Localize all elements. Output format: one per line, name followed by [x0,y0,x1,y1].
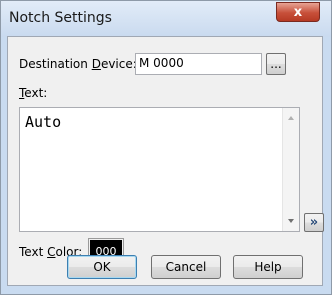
help-button[interactable]: Help [233,255,303,279]
help-button-label: Help [254,260,282,274]
destination-device-input[interactable]: M 0000 [135,53,262,75]
browse-device-button[interactable]: ... [266,53,286,75]
text-area-value: Auto [25,113,62,131]
expand-text-button[interactable]: » [304,213,324,232]
scroll-up-icon[interactable] [288,116,294,120]
window-title: Notch Settings [9,10,112,26]
cancel-button-label: Cancel [165,260,207,274]
double-chevron-right-icon: » [309,215,319,230]
cancel-button[interactable]: Cancel [151,255,221,279]
scroll-down-icon[interactable] [288,219,294,223]
text-area-scrollbar[interactable] [282,108,299,231]
ellipsis-icon: ... [270,57,282,71]
close-icon: x [293,4,303,20]
text-area[interactable]: Auto [19,107,300,232]
destination-device-value: M 0000 [139,56,184,70]
text-label: Text: [19,86,48,100]
title-bar[interactable]: Notch Settings x [1,1,331,37]
destination-device-label: Destination Device: [19,57,137,71]
ok-button-label: OK [93,260,111,274]
close-button[interactable]: x [276,2,320,22]
ok-button[interactable]: OK [67,255,137,279]
